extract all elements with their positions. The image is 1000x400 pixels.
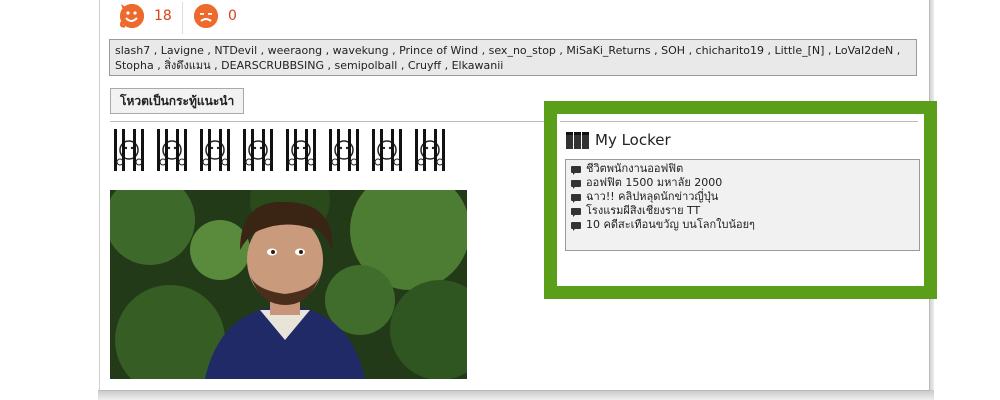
happy-face-icon bbox=[119, 4, 144, 28]
jail-bars-sticker-icon bbox=[371, 129, 404, 171]
post-photo bbox=[110, 190, 467, 379]
vote-down-count: 0 bbox=[228, 8, 237, 24]
divider-left bbox=[110, 121, 545, 122]
forest-portrait-image bbox=[110, 190, 467, 379]
jail-bars-sticker-icon bbox=[414, 129, 447, 171]
jail-bars-sticker-icon bbox=[113, 129, 146, 171]
vote-recommend-button[interactable]: โหวตเป็นกระทู้แนะนำ bbox=[110, 88, 245, 114]
sticker-row bbox=[112, 128, 448, 172]
jail-bars-sticker-icon bbox=[242, 129, 275, 171]
vote-divider bbox=[182, 2, 183, 34]
vote-down-button[interactable]: 0 bbox=[194, 0, 237, 32]
jail-bars-sticker-icon bbox=[199, 129, 232, 171]
jail-bars-sticker-icon bbox=[285, 129, 318, 171]
jail-bars-sticker-icon bbox=[328, 129, 361, 171]
vote-up-count: 18 bbox=[154, 8, 172, 24]
sad-face-icon bbox=[194, 4, 218, 28]
highlight-frame bbox=[544, 101, 937, 299]
jail-bars-sticker-icon bbox=[156, 129, 189, 171]
vote-up-button[interactable]: 18 bbox=[119, 0, 172, 32]
page-shadow-bottom bbox=[98, 390, 934, 400]
voter-list: slash7 , Lavigne , NTDevil , weeraong , … bbox=[109, 39, 917, 76]
